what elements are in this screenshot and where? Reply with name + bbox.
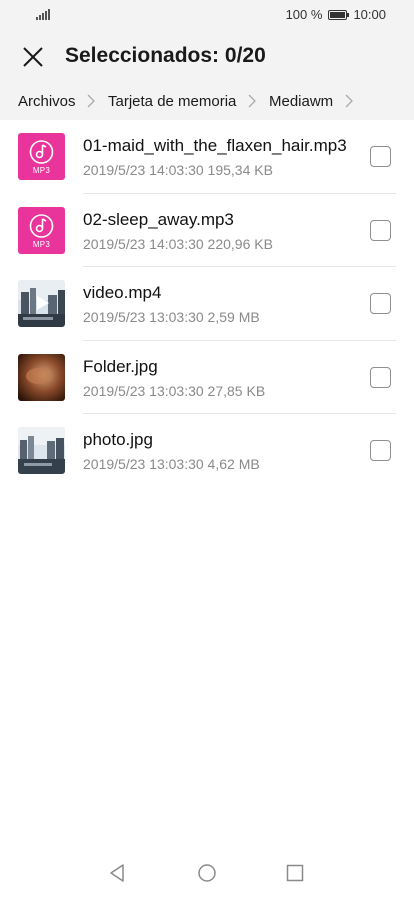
triangle-back-icon[interactable]: [108, 863, 128, 883]
file-meta: 2019/5/23 13:03:30 2,59 MB: [83, 309, 260, 325]
list-item[interactable]: video.mp4 2019/5/23 13:03:30 2,59 MB: [0, 267, 414, 341]
chevron-right-icon: [248, 94, 256, 108]
status-bar: 100 % 10:00: [0, 0, 414, 30]
navigation-bar: [0, 848, 414, 897]
file-list: MP3 01-maid_with_the_flaxen_hair.mp3 201…: [0, 120, 414, 488]
square-recents-icon[interactable]: [285, 863, 305, 883]
list-item[interactable]: Folder.jpg 2019/5/23 13:03:30 27,85 KB: [0, 341, 414, 414]
signal-icon: [36, 8, 50, 20]
chevron-right-icon: [345, 94, 353, 108]
circle-home-icon[interactable]: [197, 863, 217, 883]
thumb-label: MP3: [32, 166, 51, 175]
select-checkbox[interactable]: [370, 366, 391, 388]
file-name: 02-sleep_away.mp3: [83, 209, 234, 229]
breadcrumb-item-tarjeta[interactable]: Tarjeta de memoria: [108, 93, 236, 110]
file-meta: 2019/5/23 14:03:30 220,96 KB: [83, 235, 273, 252]
breadcrumb-item-archivos[interactable]: Archivos: [18, 93, 76, 110]
battery-percent: 100 %: [285, 7, 323, 22]
list-item[interactable]: MP3 02-sleep_away.mp3 2019/5/23 14:03:30…: [0, 194, 414, 267]
select-checkbox[interactable]: [370, 293, 391, 314]
list-item[interactable]: photo.jpg 2019/5/23 13:03:30 4,62 MB: [0, 414, 414, 488]
image-thumbnail: [18, 427, 65, 474]
close-icon: [23, 47, 43, 67]
chevron-right-icon: [87, 94, 95, 108]
close-button[interactable]: [18, 42, 48, 72]
status-right: 100 % 10:00: [286, 7, 386, 22]
file-name: photo.jpg: [83, 430, 153, 449]
file-meta: 2019/5/23 14:03:30 195,34 KB: [83, 162, 273, 178]
file-name: Folder.jpg: [83, 356, 158, 376]
file-meta: 2019/5/23 13:03:30 4,62 MB: [83, 456, 260, 472]
music-file-icon: MP3: [18, 206, 65, 254]
file-meta: 2019/5/23 13:03:30 27,85 KB: [83, 382, 266, 399]
battery-icon: [328, 9, 350, 20]
image-thumbnail: [18, 353, 65, 401]
select-checkbox[interactable]: [370, 440, 391, 461]
select-checkbox[interactable]: [370, 146, 391, 167]
clock: 10:00: [353, 7, 386, 22]
thumb-label: MP3: [32, 239, 51, 249]
list-item[interactable]: MP3 01-maid_with_the_flaxen_hair.mp3 201…: [0, 120, 414, 194]
page-title: Seleccionados: 0/20: [65, 44, 266, 67]
app-bar: Seleccionados: 0/20: [0, 30, 414, 84]
breadcrumb-item-mediawm[interactable]: Mediawm: [269, 93, 333, 110]
file-name: 01-maid_with_the_flaxen_hair.mp3: [83, 136, 347, 155]
music-file-icon: MP3: [18, 133, 65, 180]
file-name: video.mp4: [83, 283, 162, 302]
select-checkbox[interactable]: [370, 219, 391, 241]
video-thumbnail: [18, 280, 65, 327]
breadcrumb: Archivos Tarjeta de memoria Mediawm: [0, 84, 414, 120]
